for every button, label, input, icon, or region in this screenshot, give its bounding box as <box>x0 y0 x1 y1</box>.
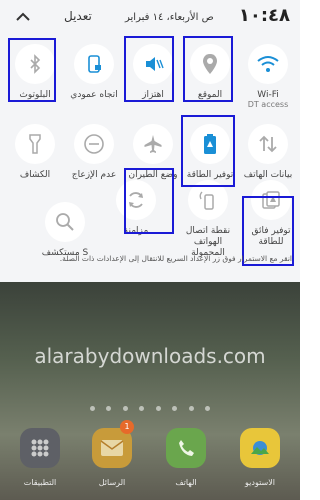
date-label: ص الأربعاء، ١٤ فبراير <box>125 12 214 23</box>
highlight-box <box>181 115 235 187</box>
chevron-up-icon[interactable] <box>14 8 32 26</box>
apps-icon <box>20 428 60 468</box>
messages-icon <box>92 428 132 468</box>
tile-label: الكشاف <box>19 170 51 180</box>
tile-portrait[interactable]: اتجاه عمودي <box>63 38 125 118</box>
watermark: alarabydownloads.com <box>34 344 266 368</box>
tile-wifi[interactable]: Wi-Fi DT access <box>237 38 299 118</box>
highlight-box <box>124 36 174 102</box>
edit-button[interactable]: تعديل <box>64 9 92 23</box>
unread-badge: 1 <box>120 420 134 434</box>
tile-s-finder[interactable]: مستكشف S <box>34 196 96 276</box>
highlight-box <box>183 36 233 102</box>
tile-flashlight[interactable]: الكشاف <box>4 118 66 198</box>
phone-icon <box>166 428 206 468</box>
quick-settings-panel: تعديل ص الأربعاء، ١٤ فبراير ١٠:٤٨ البلوت… <box>0 0 300 282</box>
wifi-network-name: DT access <box>247 100 289 109</box>
airplane-icon <box>133 124 173 164</box>
search-icon <box>45 202 85 242</box>
mobile-data-icon <box>248 124 288 164</box>
dock: التطبيقات 1 الرسائل الهاتف الاستوديو <box>0 420 300 500</box>
highlight-box <box>124 168 174 234</box>
wifi-icon <box>248 44 288 84</box>
flashlight-icon <box>15 124 55 164</box>
page-indicator <box>90 406 210 411</box>
clock: ١٠:٤٨ <box>238 5 290 26</box>
app-messages[interactable]: 1 الرسائل <box>82 420 142 500</box>
app-label: الرسائل <box>98 478 126 487</box>
app-label: الاستوديو <box>245 478 275 487</box>
status-bar: تعديل ص الأربعاء، ١٤ فبراير ١٠:٤٨ <box>0 0 300 36</box>
home-screen: alarabydownloads.com التطبيقات 1 الرسائل… <box>0 282 300 500</box>
portrait-lock-icon <box>74 44 114 84</box>
app-phone[interactable]: الهاتف <box>156 424 216 500</box>
app-gallery[interactable]: الاستوديو <box>230 424 290 500</box>
highlight-box <box>8 38 56 102</box>
do-not-disturb-icon <box>74 124 114 164</box>
app-label: الهاتف <box>175 478 197 487</box>
app-label: التطبيقات <box>23 478 57 487</box>
settings-hint: انقر مع الاستمرار فوق زر الإعداد السريع … <box>59 254 292 263</box>
app-apps[interactable]: التطبيقات <box>10 424 70 500</box>
gallery-icon <box>240 428 280 468</box>
tile-label: اتجاه عمودي <box>70 90 118 100</box>
